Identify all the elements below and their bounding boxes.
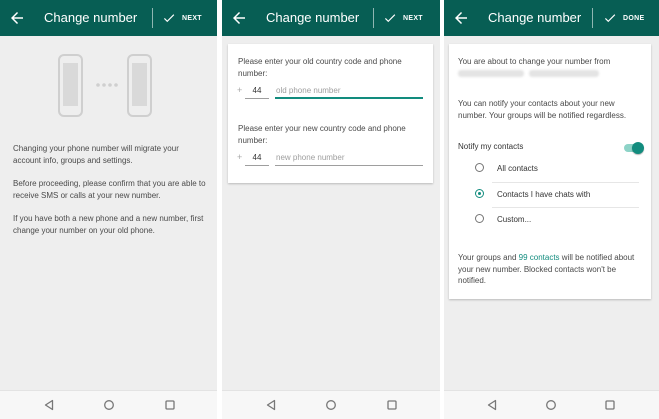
- two-phones-icon: [58, 54, 152, 117]
- new-country-code[interactable]: 44: [246, 153, 268, 162]
- new-number-label: Please enter your new country code and p…: [238, 124, 406, 145]
- new-code-underline: [245, 165, 269, 166]
- app-bar: Change number NEXT: [0, 0, 217, 36]
- screen-enter-numbers: Change number NEXT Please enter your old…: [222, 0, 440, 419]
- page-title: Change number: [266, 10, 360, 25]
- app-bar: Change number DONE: [444, 0, 659, 36]
- old-code-underline: [245, 98, 269, 99]
- page-title: Change number: [44, 10, 138, 25]
- next-button-label: NEXT: [403, 14, 423, 22]
- notify-toggle-thumb[interactable]: [632, 142, 644, 154]
- back-triangle-icon[interactable]: [43, 399, 55, 411]
- done-button[interactable]: DONE: [603, 0, 644, 36]
- back-triangle-icon[interactable]: [486, 399, 498, 411]
- back-arrow-icon[interactable]: [452, 9, 470, 27]
- notify-my-contacts-label: Notify my contacts: [458, 142, 524, 151]
- option-divider: [492, 182, 639, 183]
- notify-card: You are about to change your number from…: [449, 44, 651, 299]
- system-nav-bar: [0, 390, 217, 419]
- option-contacts-with-chats[interactable]: Contacts I have chats with: [497, 189, 590, 201]
- app-bar: Change number NEXT: [222, 0, 440, 36]
- migration-info: Changing your phone number will migrate …: [13, 144, 179, 165]
- old-phone-info: If you have both a new phone and a new n…: [13, 214, 204, 235]
- old-number-label: Please enter your old country code and p…: [238, 57, 402, 78]
- check-icon: [384, 14, 396, 23]
- home-circle-icon[interactable]: [103, 399, 115, 411]
- check-icon: [163, 14, 175, 23]
- old-country-code[interactable]: 44: [246, 86, 268, 95]
- old-phone-input[interactable]: old phone number: [276, 86, 341, 95]
- option-divider: [492, 207, 639, 208]
- old-phone-underline: [275, 97, 423, 99]
- new-phone-underline: [275, 165, 423, 166]
- recents-square-icon[interactable]: [164, 399, 176, 411]
- home-circle-icon[interactable]: [545, 399, 557, 411]
- footer-contacts-link[interactable]: 99 contacts: [519, 253, 560, 262]
- system-nav-bar: [444, 390, 659, 419]
- redacted-new-number: [529, 70, 599, 77]
- option-custom[interactable]: Custom...: [497, 214, 531, 226]
- app-bar-divider: [373, 8, 374, 28]
- screen-intro: Change number NEXT Changing your phone n…: [0, 0, 217, 419]
- new-plus-sign: +: [237, 152, 243, 162]
- page-title: Change number: [488, 10, 582, 25]
- app-bar-divider: [592, 8, 593, 28]
- home-circle-icon[interactable]: [325, 399, 337, 411]
- app-bar-divider: [152, 8, 153, 28]
- screen-notify-contacts: Change number DONE You are about to chan…: [444, 0, 659, 419]
- next-button[interactable]: NEXT: [383, 0, 423, 36]
- next-button-label: NEXT: [182, 14, 202, 22]
- next-button[interactable]: NEXT: [162, 0, 202, 36]
- radio-all-contacts[interactable]: [475, 163, 484, 172]
- redacted-old-number: [458, 70, 524, 77]
- notify-footer: Your groups and 99 contacts will be noti…: [458, 252, 638, 287]
- change-intro: You are about to change your number from: [458, 57, 611, 66]
- done-button-label: DONE: [623, 14, 645, 22]
- system-nav-bar: [222, 390, 440, 419]
- old-plus-sign: +: [237, 85, 243, 95]
- confirm-sms-info: Before proceeding, please confirm that y…: [13, 179, 206, 200]
- radio-contacts-with-chats[interactable]: [475, 189, 484, 198]
- check-icon: [604, 14, 616, 23]
- back-triangle-icon[interactable]: [265, 399, 277, 411]
- number-entry-card: Please enter your old country code and p…: [228, 44, 433, 183]
- radio-custom[interactable]: [475, 214, 484, 223]
- notify-info: You can notify your contacts about your …: [458, 99, 627, 120]
- back-arrow-icon[interactable]: [230, 9, 248, 27]
- option-all-contacts[interactable]: All contacts: [497, 163, 538, 175]
- recents-square-icon[interactable]: [386, 399, 398, 411]
- back-arrow-icon[interactable]: [8, 9, 26, 27]
- footer-text: Your groups and: [458, 253, 519, 262]
- recents-square-icon[interactable]: [604, 399, 616, 411]
- new-phone-input[interactable]: new phone number: [276, 153, 345, 162]
